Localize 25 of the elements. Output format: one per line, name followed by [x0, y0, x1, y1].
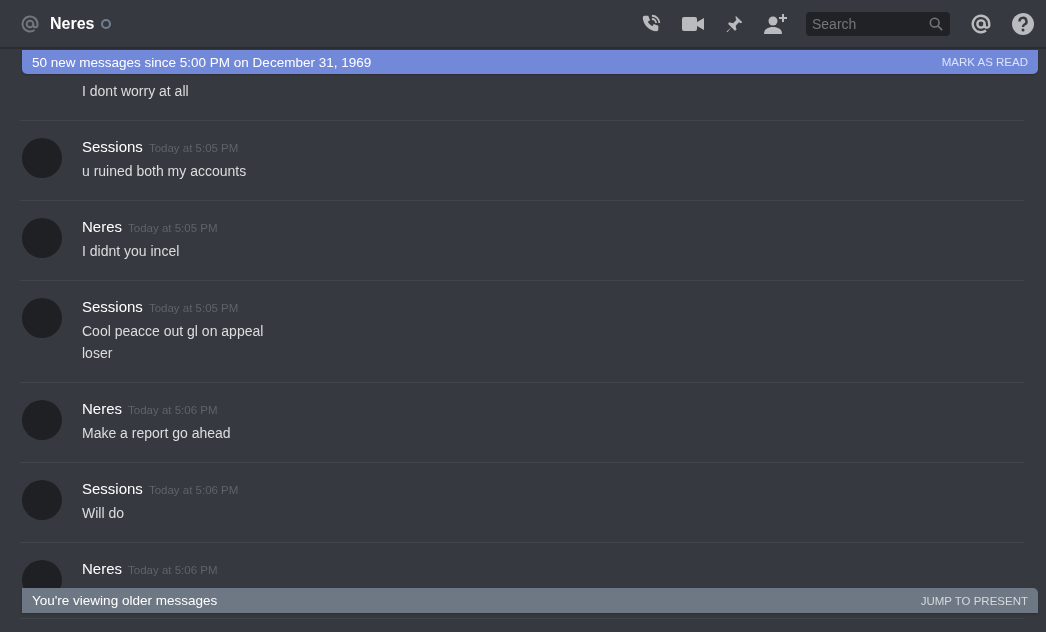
message-text: I didnt you incel: [82, 242, 181, 261]
add-person-icon[interactable]: [764, 12, 788, 35]
author-name[interactable]: Sessions: [82, 138, 143, 155]
author-name[interactable]: Neres: [82, 218, 122, 235]
message-text: u ruined both my accounts: [82, 162, 248, 181]
author-name[interactable]: Sessions: [82, 480, 143, 497]
author-name[interactable]: Neres: [82, 400, 122, 417]
author-name[interactable]: Sessions: [82, 298, 143, 315]
notice-text: 50 new messages since 5:00 PM on December 31, 1969: [32, 54, 372, 70]
help-icon[interactable]: [1012, 12, 1034, 35]
pin-icon[interactable]: [724, 13, 744, 34]
status-icon: [101, 18, 112, 29]
video-camera-icon[interactable]: [682, 15, 704, 32]
message-text: Will do: [82, 504, 125, 523]
at-icon: [20, 13, 40, 34]
message-text: loser: [82, 344, 114, 363]
message-text: I dont worry at all: [82, 82, 190, 101]
search-field[interactable]: Search: [806, 11, 950, 36]
message-text: Cool peacce out gl on appeal: [82, 322, 265, 341]
channel-title: Neres: [50, 14, 95, 33]
message-text: Make a report go ahead: [82, 424, 232, 443]
notice-text: You're viewing older messages: [32, 593, 218, 608]
author-name[interactable]: Neres: [82, 560, 122, 577]
at-icon[interactable]: [970, 12, 992, 35]
search-icon: [929, 16, 943, 31]
